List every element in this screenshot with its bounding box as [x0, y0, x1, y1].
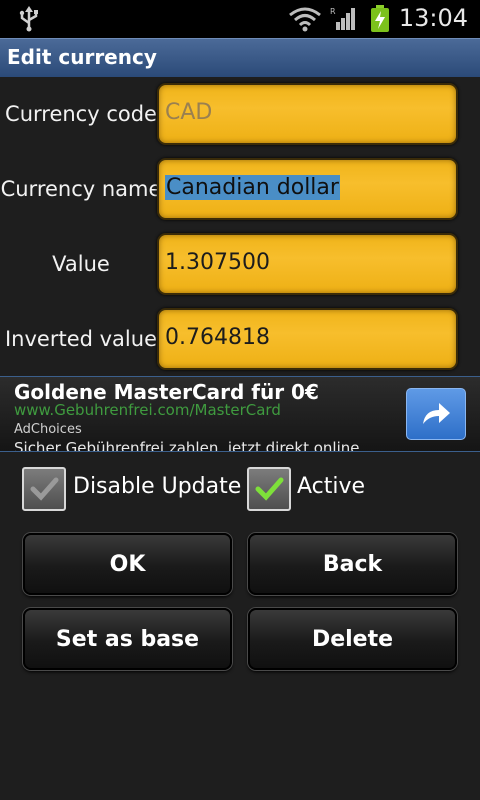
ok-button[interactable]: OK — [23, 533, 232, 595]
signal-icon: R — [330, 7, 355, 30]
currency-name-field[interactable]: Canadian dollar — [157, 158, 458, 220]
ad-banner[interactable]: Goldene MasterCard für 0€ www.Gebuhrenfr… — [0, 376, 480, 452]
disable-update-checkbox[interactable] — [22, 467, 66, 511]
inverted-value-value: 0.764818 — [165, 325, 270, 350]
ad-choices-label[interactable]: AdChoices — [14, 422, 82, 437]
inverted-value-field[interactable]: 0.764818 — [157, 308, 458, 370]
status-bar: R 13:04 — [0, 0, 480, 38]
page-title: Edit currency — [7, 45, 157, 69]
currency-name-label: Currency name — [0, 177, 162, 201]
ad-url[interactable]: www.Gebuhrenfrei.com/MasterCard — [14, 401, 281, 419]
checkmark-icon — [255, 477, 284, 501]
disable-update-label[interactable]: Disable Update — [73, 474, 241, 499]
share-arrow-icon[interactable] — [406, 388, 466, 440]
back-button[interactable]: Back — [248, 533, 457, 595]
delete-button[interactable]: Delete — [248, 608, 457, 670]
ad-description: Sicher Gebührenfrei zahlen, jetzt direkt… — [14, 439, 360, 452]
svg-text:R: R — [330, 7, 336, 16]
set-as-base-button[interactable]: Set as base — [23, 608, 232, 670]
value-field[interactable]: 1.307500 — [157, 233, 458, 295]
wifi-icon — [289, 7, 321, 32]
usb-icon — [19, 6, 38, 32]
currency-name-value: Canadian dollar — [165, 175, 340, 200]
checkmark-icon — [30, 477, 59, 501]
battery-charging-icon — [371, 5, 389, 32]
currency-code-label: Currency code — [5, 102, 157, 126]
value-value: 1.307500 — [165, 250, 270, 275]
active-label[interactable]: Active — [297, 474, 365, 499]
inverted-value-label: Inverted value — [4, 327, 157, 351]
title-bar: Edit currency — [0, 38, 480, 77]
value-label: Value — [52, 252, 110, 276]
status-clock: 13:04 — [398, 4, 468, 32]
currency-code-field[interactable]: CAD — [157, 83, 458, 145]
active-checkbox[interactable] — [247, 467, 291, 511]
currency-code-value: CAD — [165, 100, 213, 125]
